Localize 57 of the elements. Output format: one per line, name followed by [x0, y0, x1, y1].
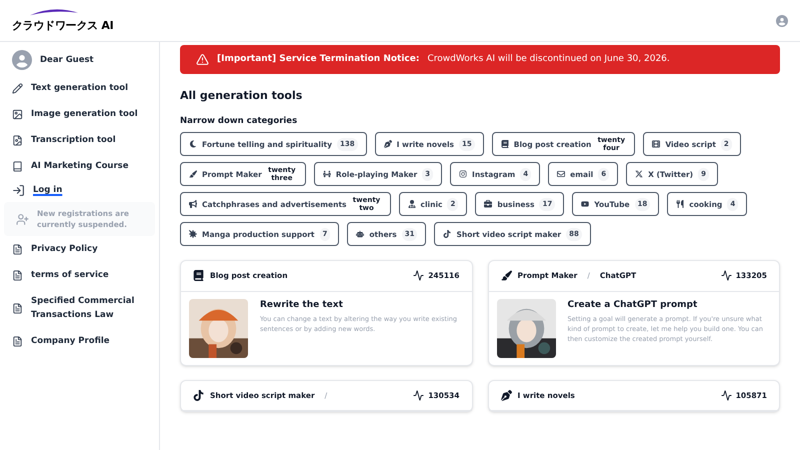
document-icon — [12, 244, 23, 254]
section-heading: Narrow down categories — [180, 114, 298, 128]
instagram-icon — [459, 170, 468, 178]
logo-text: クラウドワークス AI — [12, 18, 114, 32]
utensils-icon — [676, 200, 684, 208]
user-avatar-icon[interactable] — [776, 14, 788, 26]
burst-icon — [189, 230, 197, 238]
login-link[interactable]: Log in — [33, 184, 62, 197]
sidebar-link[interactable]: Company Profile — [31, 334, 110, 348]
activity-icon — [413, 390, 424, 401]
activity-icon — [413, 270, 424, 282]
briefcase-icon — [484, 200, 492, 208]
robot-icon — [356, 230, 364, 238]
page-heading: All generation tools — [180, 88, 304, 104]
document-icon — [12, 302, 23, 314]
tool-card[interactable] — [488, 260, 780, 366]
brush-icon — [189, 170, 197, 178]
sidebar-link[interactable]: Transcription tool — [31, 133, 116, 147]
sidebar-link[interactable]: AI Marketing Course — [31, 159, 128, 173]
document-icon — [12, 270, 23, 280]
sidebar-link[interactable]: Image generation tool — [31, 107, 138, 121]
book-icon — [500, 140, 509, 148]
sidebar-link[interactable]: Privacy Policy — [31, 242, 98, 256]
megaphone-icon — [189, 200, 197, 208]
image-file-icon — [12, 134, 23, 146]
user-name: Dear Guest — [40, 54, 94, 66]
warning-icon — [196, 53, 209, 66]
doctor-icon — [408, 200, 416, 208]
document-icon — [12, 336, 23, 346]
sidebar-link[interactable]: terms of service — [31, 268, 109, 282]
banner-title: [Important] Service Termination Notice: — [217, 52, 420, 66]
activity-icon — [720, 270, 732, 282]
sidebar-link[interactable]: Specified Commercial Transactions Law — [31, 294, 147, 322]
pen-icon — [500, 390, 512, 401]
tiktok-icon — [193, 390, 204, 401]
activity-icon — [720, 390, 732, 401]
x-icon — [635, 170, 644, 178]
card-title: Create a ChatGPT prompt — [568, 298, 698, 312]
avatar-icon — [12, 50, 32, 70]
login-icon — [12, 184, 25, 197]
sidebar-link[interactable]: Text generation tool — [31, 81, 128, 95]
image-icon — [12, 108, 23, 120]
banner-message: CrowdWorks AI will be discontinued on June 30, 2026. — [427, 52, 670, 66]
people-icon — [322, 170, 331, 178]
moon-icon — [189, 140, 197, 148]
book-icon — [12, 160, 23, 172]
film-icon — [652, 140, 660, 148]
youtube-icon — [581, 200, 590, 208]
logo-swoosh-icon — [30, 8, 78, 16]
tiktok-icon — [443, 230, 452, 238]
pencil-icon — [12, 82, 23, 94]
brush-icon — [500, 270, 512, 282]
envelope-icon — [557, 170, 566, 178]
card-title: Rewrite the text — [260, 298, 344, 312]
book-icon — [193, 270, 204, 282]
pen-icon — [384, 140, 392, 148]
user-plus-icon — [16, 212, 29, 226]
